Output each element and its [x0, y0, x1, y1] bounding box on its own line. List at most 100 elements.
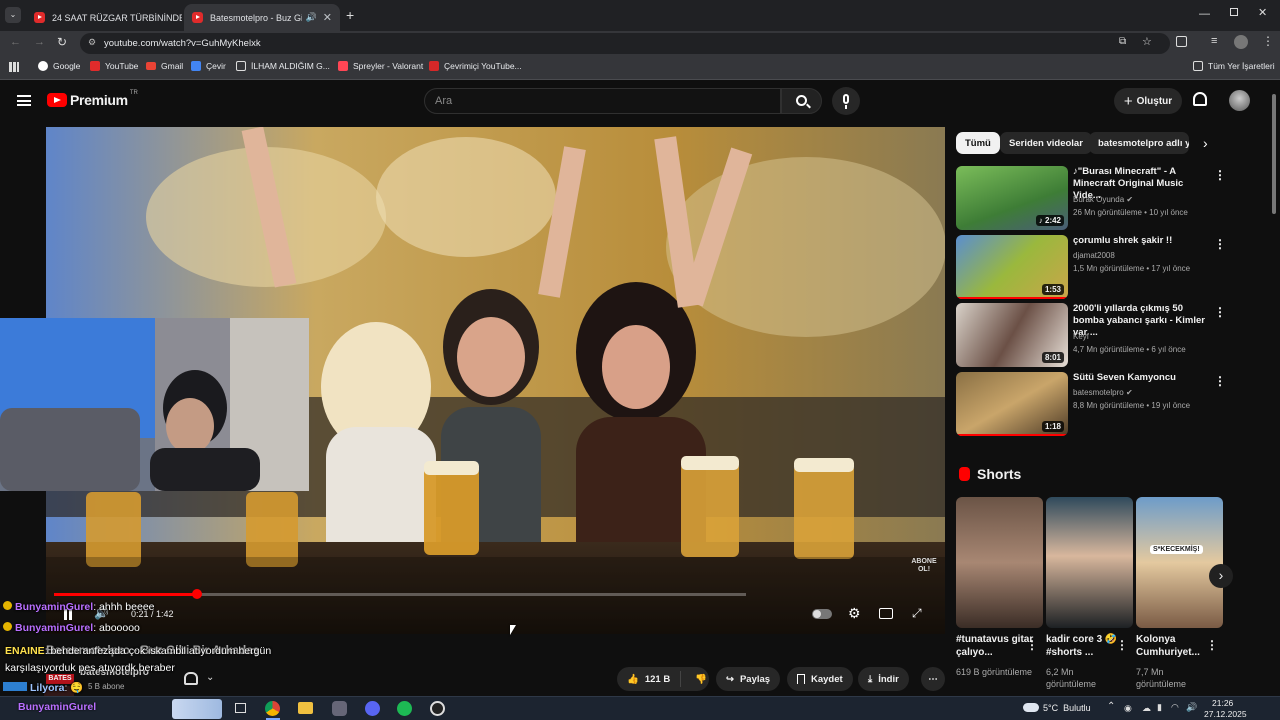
- chip-all[interactable]: Tümü: [956, 132, 1000, 154]
- more-actions-button[interactable]: ⋯: [921, 667, 945, 691]
- chevron-right-icon[interactable]: ›: [1203, 135, 1208, 151]
- autoplay-toggle[interactable]: [812, 609, 832, 619]
- network-icon[interactable]: ◉: [1124, 703, 1132, 714]
- download-button[interactable]: ⤓ İndir: [858, 667, 909, 691]
- forward-icon[interactable]: →: [34, 36, 45, 48]
- more-vert-icon[interactable]: ⋮: [1214, 305, 1226, 319]
- related-video-3[interactable]: 8:01 2000'li yıllarda çıkmış 50 bomba ya…: [956, 303, 1226, 367]
- hamburger-menu-icon[interactable]: [17, 95, 31, 106]
- create-button[interactable]: + Oluştur: [1114, 88, 1182, 114]
- address-field[interactable]: ⚙ youtube.com/watch?v=GuhMyKhelxk ⧉ ☆: [80, 33, 1170, 54]
- more-vert-icon[interactable]: ⋮: [1116, 638, 1128, 652]
- restore-window-icon[interactable]: [1230, 8, 1238, 16]
- wifi-icon[interactable]: ◠: [1171, 702, 1179, 713]
- more-vert-icon[interactable]: ⋮: [1026, 638, 1038, 652]
- channel-name[interactable]: batesmotelpro ✔: [1073, 388, 1133, 397]
- onedrive-icon[interactable]: ☁: [1142, 703, 1151, 714]
- tray-chevron-up-icon[interactable]: ⌃: [1107, 701, 1115, 712]
- chip-channel-videos[interactable]: batesmotelpro adlı yü: [1089, 132, 1189, 154]
- short-title-3[interactable]: Kolonya Cumhuriyet...: [1136, 633, 1216, 659]
- chip-series-videos[interactable]: Seriden videolar: [1000, 132, 1092, 154]
- more-vert-icon[interactable]: ⋮: [1214, 168, 1226, 182]
- search-button[interactable]: [781, 88, 822, 114]
- profile-avatar-icon[interactable]: [1234, 35, 1248, 49]
- site-info-icon[interactable]: ⚙: [88, 37, 96, 48]
- audio-playing-icon[interactable]: 🔊: [306, 12, 317, 23]
- browser-menu-icon[interactable]: ⋮: [1262, 34, 1274, 48]
- bookmark-cevrimici[interactable]: Çevrimiçi YouTube...: [429, 61, 522, 71]
- apps-grid-icon[interactable]: [9, 62, 19, 72]
- new-tab-button[interactable]: +: [346, 7, 354, 23]
- media-control-icon[interactable]: ≡: [1211, 35, 1217, 47]
- more-vert-icon[interactable]: ⋮: [1206, 638, 1218, 652]
- fullscreen-icon[interactable]: ⤢: [912, 606, 922, 621]
- clock-date[interactable]: 27.12.2025: [1204, 709, 1247, 719]
- video-title[interactable]: 2000'li yıllarda çıkmış 50 bomba yabancı…: [1073, 303, 1208, 339]
- video-title[interactable]: çorumlu shrek şakir !!: [1073, 235, 1208, 247]
- page-scrollbar[interactable]: [1272, 86, 1278, 690]
- all-bookmarks[interactable]: Tüm Yer İşaretleri: [1193, 61, 1275, 71]
- progress-scrubber[interactable]: [191, 589, 202, 599]
- video-title[interactable]: Sütü Seven Kamyoncu: [1073, 372, 1208, 384]
- weather-icon[interactable]: [1023, 703, 1039, 712]
- settings-gear-icon[interactable]: ⚙: [848, 605, 861, 622]
- channel-name[interactable]: djamat2008: [1073, 251, 1115, 260]
- more-vert-icon[interactable]: ⋮: [1214, 374, 1226, 388]
- dislike-button[interactable]: 👎: [687, 674, 715, 685]
- weather-text[interactable]: 5°C Bulutlu: [1043, 703, 1091, 713]
- app-icon[interactable]: [332, 701, 347, 716]
- bookmark-youtube[interactable]: YouTube: [90, 61, 138, 71]
- share-button[interactable]: ↪ Paylaş: [716, 667, 781, 691]
- back-icon[interactable]: ←: [10, 36, 21, 48]
- video-thumbnail[interactable]: ♪ 2:42: [956, 166, 1068, 230]
- search-widget[interactable]: [172, 699, 222, 719]
- account-avatar[interactable]: [1229, 90, 1250, 111]
- related-video-2[interactable]: 1:53 çorumlu shrek şakir !! djamat2008 1…: [956, 235, 1226, 299]
- browser-tab-1[interactable]: 24 SAAT RÜZGAR TÜRBİNİNDE ✕: [26, 4, 182, 31]
- notifications-bell-icon[interactable]: [1193, 92, 1207, 106]
- scrollbar-thumb[interactable]: [1272, 94, 1276, 214]
- save-button[interactable]: Kaydet: [787, 667, 853, 691]
- extensions-icon[interactable]: [1176, 36, 1187, 47]
- bookmark-folder-ilham[interactable]: İLHAM ALDIĞIM G...: [236, 61, 330, 71]
- bookmark-google[interactable]: Google: [38, 61, 80, 71]
- bookmark-valorant[interactable]: Spreyler - Valorant: [338, 61, 423, 71]
- more-vert-icon[interactable]: ⋮: [1214, 237, 1226, 251]
- discord-icon[interactable]: [365, 701, 380, 716]
- short-thumbnail-2[interactable]: [1046, 497, 1133, 628]
- like-button[interactable]: 👍 121 B: [617, 671, 682, 687]
- related-video-1[interactable]: ♪ 2:42 ♪"Burası Minecraft" - A Minecraft…: [956, 166, 1226, 230]
- short-title-2[interactable]: kadir core 3 🤣#shorts ...: [1046, 633, 1126, 659]
- voice-search-button[interactable]: [832, 87, 860, 115]
- related-video-4[interactable]: 1:18 Sütü Seven Kamyoncu batesmotelpro ✔…: [956, 372, 1226, 436]
- video-thumbnail[interactable]: 1:53: [956, 235, 1068, 299]
- channel-name[interactable]: Burak Oyunda ✔: [1073, 195, 1133, 204]
- shorts-next-button[interactable]: ›: [1209, 564, 1233, 588]
- file-explorer-icon[interactable]: [298, 702, 313, 714]
- search-input[interactable]: Ara: [424, 88, 781, 114]
- install-icon[interactable]: ⧉: [1119, 36, 1126, 47]
- bookmark-gmail[interactable]: Gmail: [146, 61, 183, 71]
- short-thumbnail-1[interactable]: [956, 497, 1043, 628]
- short-title-1[interactable]: #tunatavus gitar çalıyo...: [956, 633, 1036, 659]
- subscribe-watermark[interactable]: ABONE OL!: [906, 558, 942, 574]
- video-thumbnail[interactable]: 1:18: [956, 372, 1068, 436]
- task-view-icon[interactable]: [235, 703, 246, 713]
- obs-icon[interactable]: [430, 701, 445, 716]
- minimize-window-icon[interactable]: —: [1199, 8, 1210, 20]
- video-thumbnail[interactable]: 8:01: [956, 303, 1068, 367]
- close-window-icon[interactable]: ✕: [1258, 6, 1267, 19]
- clock-time[interactable]: 21:26: [1212, 698, 1233, 708]
- spotify-icon[interactable]: [397, 701, 412, 716]
- bookmark-star-icon[interactable]: ☆: [1142, 35, 1152, 48]
- bookmark-translate[interactable]: Çevir: [191, 61, 226, 71]
- short-thumbnail-3[interactable]: S*KECEKMİŞ!: [1136, 497, 1223, 628]
- reload-icon[interactable]: ↻: [57, 35, 67, 49]
- miniplayer-icon[interactable]: [879, 608, 893, 619]
- tab-search-button[interactable]: ⌄: [5, 7, 21, 23]
- youtube-premium-logo[interactable]: Premium TR: [47, 90, 138, 108]
- browser-tab-2[interactable]: Batesmotelpro - Buz Gibi Bi 🔊 ✕: [184, 4, 340, 31]
- progress-bar[interactable]: [54, 589, 746, 599]
- chrome-taskbar-icon[interactable]: [265, 701, 280, 716]
- speaker-icon[interactable]: 🔊: [1186, 702, 1197, 713]
